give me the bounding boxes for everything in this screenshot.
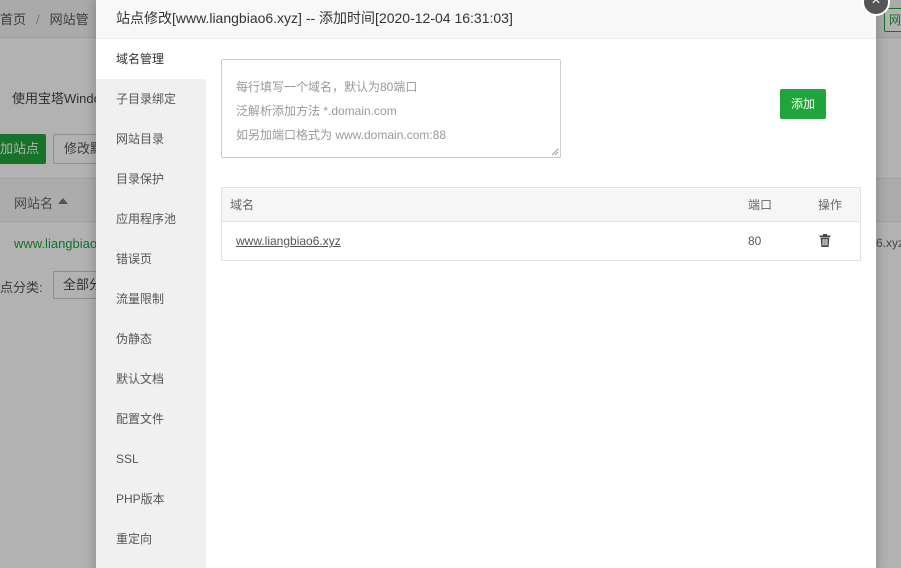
sidebar-item[interactable]: SSL [96, 439, 206, 479]
domain-input-placeholder-line: 如另加端口格式为 www.domain.com:88 [236, 128, 447, 142]
column-header-port: 端口 [748, 198, 773, 212]
sidebar-item[interactable]: 域名管理 [96, 39, 206, 79]
add-domain-button[interactable]: 添加 [780, 89, 826, 119]
resize-grip-icon[interactable] [551, 148, 559, 156]
modal-title: 站点修改[www.liangbiao6.xyz] -- 添加时间[2020-12… [96, 0, 876, 39]
domain-input[interactable]: 每行填写一个域名，默认为80端口 泛解析添加方法 *.domain.com 如另… [221, 59, 561, 158]
sidebar-item[interactable]: 应用程序池 [96, 199, 206, 239]
domain-input-placeholder-line: 每行填写一个域名，默认为80端口 [236, 80, 418, 94]
sidebar-item[interactable]: 目录保护 [96, 159, 206, 199]
column-header-domain: 域名 [230, 198, 255, 212]
domain-management-panel: 每行填写一个域名，默认为80端口 泛解析添加方法 *.domain.com 如另… [206, 39, 876, 568]
domain-input-placeholder-line: 泛解析添加方法 *.domain.com [236, 104, 397, 118]
table-row: www.liangbiao6.xyz 80 [222, 222, 860, 260]
sidebar-item[interactable]: 子目录绑定 [96, 79, 206, 119]
modal-sidebar: 域名管理 子目录绑定 网站目录 目录保护 应用程序池 错误页 流量限制 伪静态 默认文档 配置文件… [96, 39, 206, 568]
trash-icon[interactable] [819, 234, 831, 247]
domain-table-header: 域名 端口 操作 [222, 188, 860, 222]
sidebar-item[interactable]: 伪静态 [96, 319, 206, 359]
domain-link[interactable]: www.liangbiao6.xyz [236, 222, 341, 260]
sidebar-item[interactable]: 网站目录 [96, 119, 206, 159]
column-header-action: 操作 [818, 198, 843, 212]
sidebar-item[interactable]: 默认文档 [96, 359, 206, 399]
sidebar-item[interactable]: 错误页 [96, 239, 206, 279]
sidebar-item[interactable]: 流量限制 [96, 279, 206, 319]
sidebar-item[interactable]: 重定向 [96, 519, 206, 559]
port-value: 80 [748, 234, 762, 248]
sidebar-item[interactable]: PHP版本 [96, 479, 206, 519]
domain-table: 域名 端口 操作 www.liangbiao6.xyz 80 [221, 187, 861, 261]
sidebar-item[interactable]: 配置文件 [96, 399, 206, 439]
